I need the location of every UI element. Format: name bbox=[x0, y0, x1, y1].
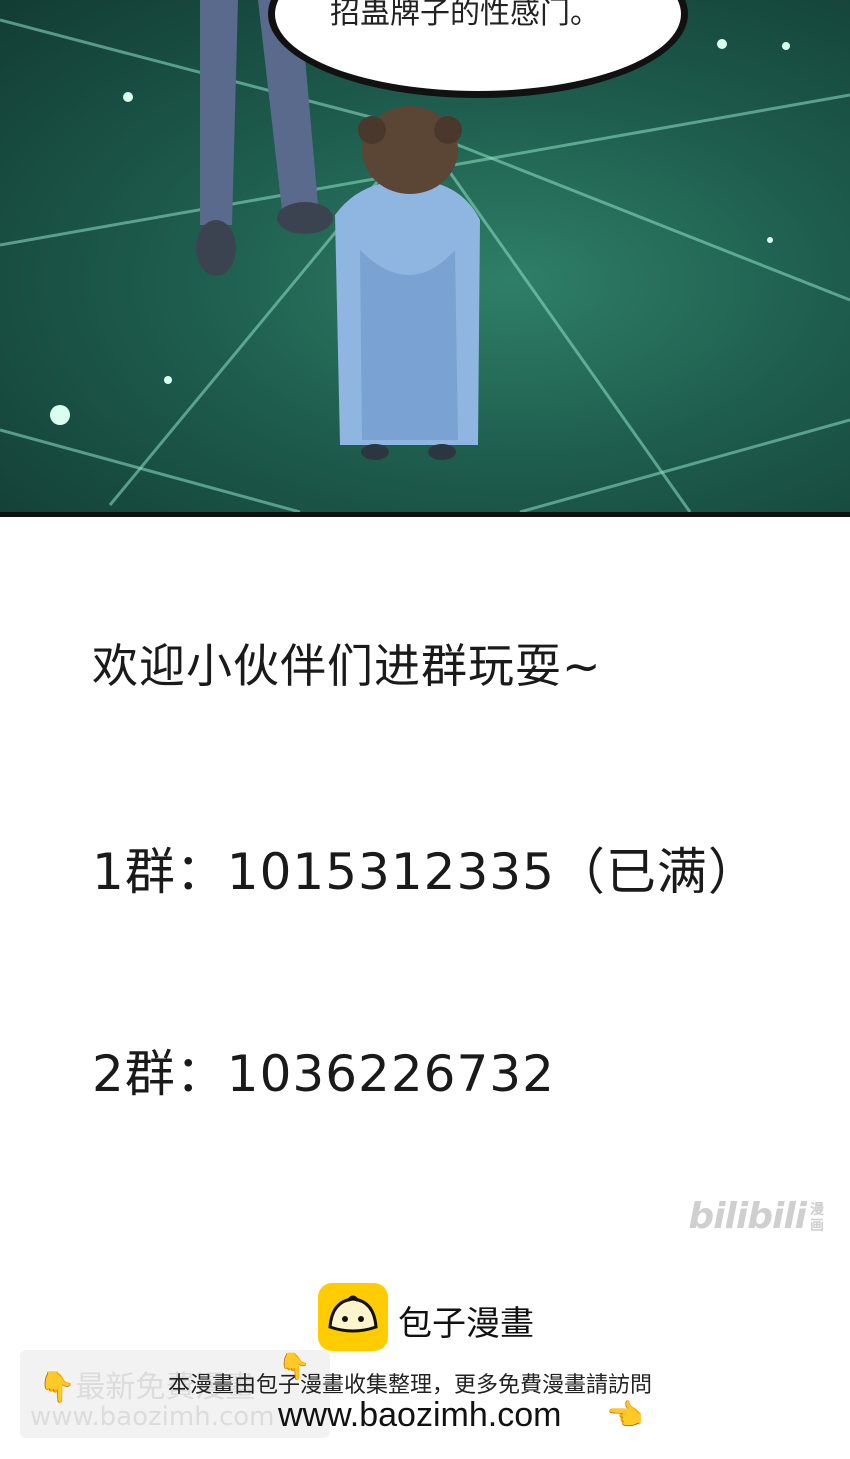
ghost-watermark-line2: www.baozimh.com bbox=[30, 1402, 275, 1432]
baozi-logo-icon bbox=[318, 1283, 388, 1351]
footer-url-link[interactable]: www.baozimh.com bbox=[278, 1396, 561, 1435]
pointing-down-hand-icon: 👇 bbox=[278, 1352, 311, 1382]
bilibili-watermark: bilibili 漫画 bbox=[688, 1196, 828, 1237]
pointing-hand-icon: 👇 bbox=[38, 1370, 76, 1405]
site-name: 包子漫畫 bbox=[398, 1304, 534, 1344]
group-2-number: 2群：1036226732 bbox=[92, 1045, 555, 1103]
bilibili-logo-text: bilibili bbox=[688, 1196, 807, 1237]
footer-notice: 本漫畫由包子漫畫收集整理，更多免費漫畫請訪問 bbox=[168, 1373, 653, 1398]
group-1-number: 1群：1015312335（已满） bbox=[92, 843, 759, 901]
comic-panel: 招蛊牌子的性感门。 bbox=[0, 0, 850, 517]
bilibili-sub-text: 漫画 bbox=[810, 1202, 824, 1234]
speech-bubble-text: 招蛊牌子的性感门。 bbox=[330, 0, 600, 31]
bun-icon bbox=[328, 1295, 378, 1333]
welcome-text: 欢迎小伙伴们进群玩耍~ bbox=[92, 639, 602, 693]
pointing-left-hand-icon: 👈 bbox=[606, 1398, 644, 1433]
